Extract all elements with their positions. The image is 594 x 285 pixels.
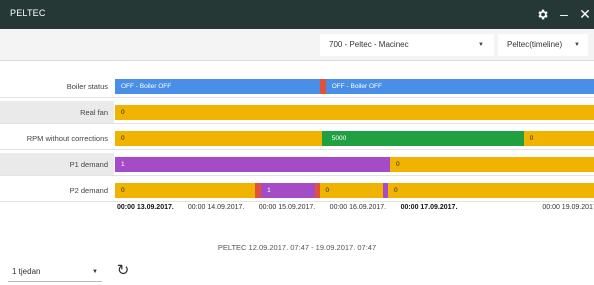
row-label-cell: Boiler status [0, 75, 114, 98]
row-divider [0, 97, 594, 98]
timeline-row: Real fan 0 [0, 101, 594, 124]
period-select-value: 1 tjedan [12, 267, 41, 276]
period-select[interactable]: 1 tjedan ▼ [8, 264, 102, 282]
axis-tick-label: 00:00 13.09.2017. [117, 204, 174, 211]
row-label: P2 demand [69, 186, 108, 195]
segment-label: 0 [121, 109, 125, 116]
segment-label: OFF - Boiler OFF [331, 83, 382, 90]
timeline-segment[interactable] [388, 183, 594, 198]
row-divider [0, 201, 594, 202]
timeline-segment[interactable] [115, 105, 594, 120]
segment-label: OFF - Boiler OFF [121, 83, 172, 90]
timeline-segment[interactable] [325, 131, 524, 146]
row-label: RPM without corrections [26, 134, 108, 143]
row-divider [0, 175, 594, 176]
chevron-down-icon: ▼ [92, 269, 98, 275]
timeline-segment[interactable] [523, 131, 594, 146]
timeline-segment[interactable] [389, 157, 594, 172]
segment-label: 1 [267, 187, 271, 194]
row-label: P1 demand [69, 160, 108, 169]
close-icon[interactable]: ✕ [576, 4, 594, 24]
segment-label: 0 [394, 187, 398, 194]
row-label-cell: P2 demand [0, 179, 114, 202]
axis-tick-label: 00:00 16.09.2017. [329, 204, 387, 211]
minimize-icon[interactable]: – [555, 4, 573, 24]
chevron-down-icon: ▼ [478, 42, 484, 48]
timeline-row: RPM without corrections 0 5000 0 [0, 127, 594, 150]
timeline-row: P1 demand 1 0 [0, 153, 594, 176]
segment-label: 0 [325, 187, 330, 194]
row-divider [0, 149, 594, 150]
refresh-icon[interactable]: ↻ [113, 261, 133, 281]
chevron-down-icon: ▼ [574, 42, 580, 48]
row-label: Boiler status [66, 82, 108, 91]
axis-tick-label: 00:00 14.09.2017. [187, 204, 245, 211]
segment-label: 1 [121, 161, 125, 168]
row-divider [0, 123, 594, 124]
time-range-caption: PELTEC 12.09.2017. 07:47 - 19.09.2017. 0… [217, 243, 377, 252]
segment-label: 0 [121, 135, 125, 142]
axis-tick-label: 00:00 17.09.2017. [400, 204, 458, 211]
window-title: PELTEC [10, 8, 46, 18]
row-label-cell: RPM without corrections [0, 127, 114, 150]
timeline-segment[interactable] [115, 183, 256, 198]
axis-tick-label: 00:00 15.09.2017. [258, 204, 316, 211]
segment-label: 5000 [331, 135, 347, 142]
axis-tick-label: 00:00 19.09.2017. [542, 204, 594, 211]
view-select-value: Peltec(timeline) [507, 40, 563, 49]
segment-label: 0 [529, 135, 534, 142]
view-select[interactable]: Peltec(timeline) ▼ [498, 34, 588, 56]
gear-icon[interactable] [533, 4, 551, 24]
timeline-chart: Boiler status OFF - Boiler OFF OFF - Boile… [0, 75, 594, 215]
toolbar: 700 - Peltec - Macinec ▼ Peltec(timeline… [0, 29, 594, 61]
device-select[interactable]: 700 - Peltec - Macinec ▼ [320, 34, 494, 56]
row-label: Real fan [80, 108, 108, 117]
device-select-value: 700 - Peltec - Macinec [329, 40, 409, 49]
segment-label: 0 [395, 161, 400, 168]
timeline-axis: 00:00 13.09.2017. 00:00 14.09.2017. 00:00 … [0, 204, 594, 216]
segment-label: 0 [121, 187, 125, 194]
timeline-row: Boiler status OFF - Boiler OFF OFF - Boile… [0, 75, 594, 98]
timeline-segment[interactable] [115, 157, 390, 172]
title-bar: PELTEC – ✕ [0, 0, 594, 29]
row-label-cell: P1 demand [0, 153, 114, 176]
timeline-row: P2 demand 0 1 0 0 [0, 179, 594, 202]
timeline-segment[interactable] [115, 131, 323, 146]
row-label-cell: Real fan [0, 101, 114, 124]
